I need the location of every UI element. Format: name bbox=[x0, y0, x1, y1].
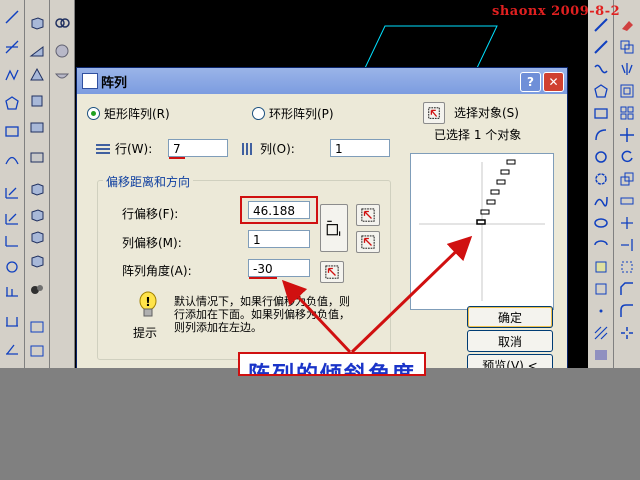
arrow-to-angle bbox=[281, 279, 352, 354]
annotation-label: 阵列的倾斜角度 bbox=[238, 352, 426, 376]
arrow-to-preview bbox=[350, 235, 473, 354]
annotation-label-text: 阵列的倾斜角度 bbox=[248, 363, 417, 376]
annotation-arrows bbox=[281, 235, 473, 354]
